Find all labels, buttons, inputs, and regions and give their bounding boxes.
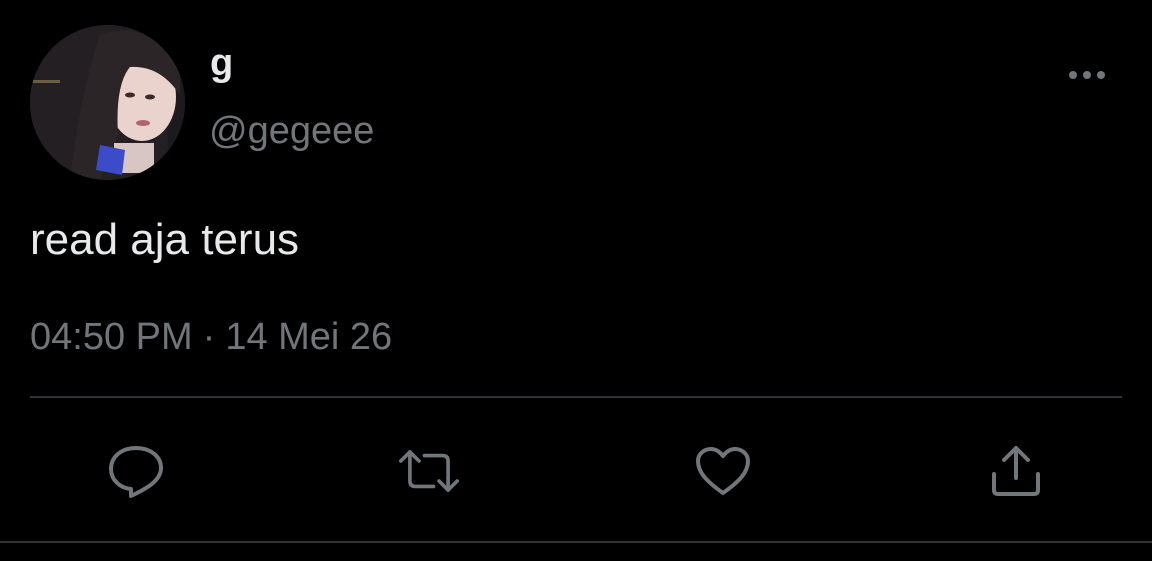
tweet-time: 04:50 PM — [30, 316, 193, 358]
more-horizontal-icon — [1069, 71, 1105, 79]
reply-icon — [109, 446, 163, 498]
tweet-date: 14 Mei 26 — [225, 316, 393, 358]
display-name[interactable]: g — [210, 44, 233, 82]
like-button[interactable] — [693, 441, 753, 501]
share-icon — [992, 446, 1040, 496]
divider — [30, 396, 1122, 398]
avatar[interactable] — [30, 25, 185, 180]
avatar-image — [30, 25, 185, 180]
reply-button[interactable] — [106, 441, 166, 501]
user-handle[interactable]: @gegeee — [209, 112, 374, 150]
heart-icon — [696, 447, 750, 495]
retweet-button[interactable] — [399, 441, 459, 501]
bottom-divider — [0, 541, 1152, 543]
share-button[interactable] — [986, 441, 1046, 501]
more-options-button[interactable] — [1064, 60, 1110, 90]
tweet-text: read aja terus — [30, 215, 300, 264]
tweet-timestamp[interactable]: 04:50 PM · 14 Mei 26 — [30, 318, 392, 356]
meta-separator: · — [202, 316, 216, 358]
retweet-icon — [399, 450, 459, 492]
